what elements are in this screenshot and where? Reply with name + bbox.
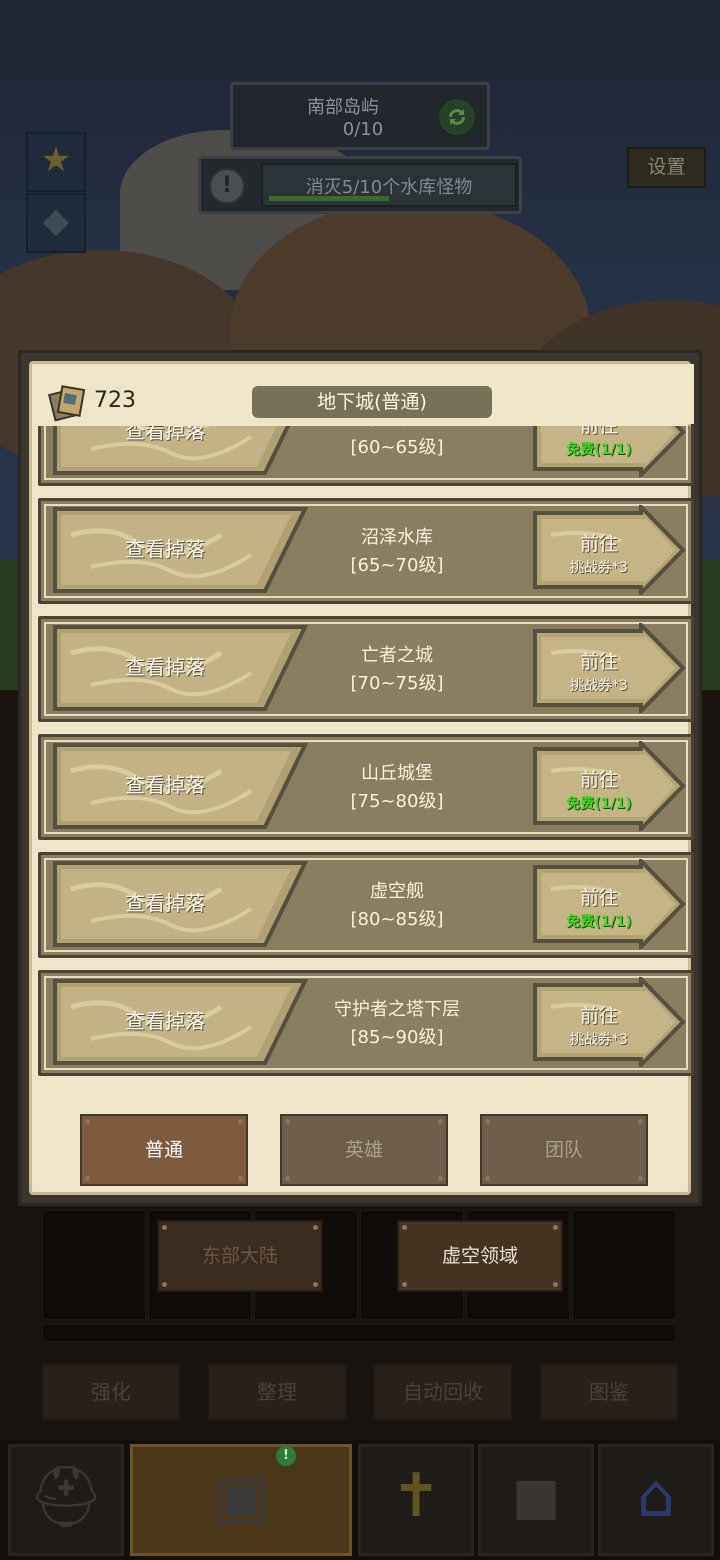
rivet [402,1225,407,1230]
dungeon-row: 查看掉落 山丘城堡 [75~80级] 前往免费(1/1) [38,734,694,840]
rivet [285,1176,290,1181]
dungeon-row: 查看掉落 虚空舰 [80~85级] 前往免费(1/1) [38,852,694,958]
entry-cost: 免费(1/1) [566,442,632,458]
gem-icon: ◆ [42,201,70,241]
rivet [438,1119,443,1124]
entry-cost: 挑战券*3 [570,560,628,576]
location-name: 南部岛屿 [307,97,379,118]
view-drops-label: 查看掉落 [125,537,205,561]
rivet [485,1176,490,1181]
view-drops-label: 查看掉落 [125,1009,205,1033]
rivet [85,1119,90,1124]
dungeon-level-range: [85~90级] [350,1027,444,1048]
rivet [238,1119,243,1124]
rivet [313,1225,318,1230]
exclamation-icon: ! [209,168,245,204]
rivet [485,1119,490,1124]
dialog-paper: 查看掉落地狱大堂堂[60~65级]前往免费(1/1)查看掉落沼泽水库[65~70… [29,361,694,1195]
star-button[interactable]: ★ [26,132,86,192]
tab-helmet[interactable]: ⛑ [8,1444,124,1556]
tab-altar[interactable]: ✝ [358,1444,474,1556]
codex-button[interactable]: 图鉴 [539,1363,679,1421]
go-label: 前往 [579,533,618,555]
go-label: 前往 [579,651,618,673]
tab-anvil[interactable]: ◼ [478,1444,594,1556]
refresh-icon[interactable] [437,97,477,137]
dungeon-level-range: [75~80级] [350,791,444,812]
rivet [638,1119,643,1124]
tab-armor[interactable]: ▣ [130,1444,352,1556]
grid-cell [42,1210,146,1320]
anvil-icon: ◼ [511,1461,561,1531]
dungeon-dialog: 查看掉落地狱大堂堂[60~65级]前往免费(1/1)查看掉落沼泽水库[65~70… [18,350,702,1206]
rivet [553,1225,558,1230]
view-drops-label: 查看掉落 [125,655,205,679]
notification-badge: ! [276,1446,296,1466]
rivet [313,1282,318,1287]
grid-cell [572,1210,676,1320]
dungeon-row: 查看掉落 沼泽水库 [65~70级] 前往挑战券*3 [38,498,694,604]
altar-icon: ✝ [390,1461,442,1531]
armor-icon: ▣ [212,1461,270,1531]
region-button-void[interactable]: 虚空领域 [397,1220,563,1292]
rivet [438,1176,443,1181]
dungeon-level-range: [65~70级] [350,555,444,576]
region-button-east[interactable]: 东部大陆 [157,1220,323,1292]
rivet [162,1282,167,1287]
rivet [85,1176,90,1181]
ticket-count: 723 [94,388,136,413]
house-icon: ⌂ [636,1461,676,1531]
dungeon-name: 沼泽水库 [361,527,433,548]
entry-cost: 免费(1/1) [566,914,632,930]
dungeon-name: 山丘城堡 [361,763,433,784]
go-label: 前往 [579,426,618,437]
star-icon: ★ [40,140,72,180]
dungeon-name: 亡者之城 [361,645,433,666]
quest-progress-fill [269,196,389,201]
tab-house[interactable]: ⌂ [598,1444,714,1556]
dialog-title: 地下城(普通) [252,386,492,418]
region-grid [42,1210,676,1345]
dungeon-row: 查看掉落 亡者之城 [70~75级] 前往挑战券*3 [38,616,694,722]
dungeon-name: 虚空舰 [370,881,424,902]
dungeon-list[interactable]: 查看掉落地狱大堂堂[60~65级]前往免费(1/1)查看掉落沼泽水库[65~70… [32,426,694,1096]
mode-normal-button[interactable]: 普通 [80,1114,248,1186]
go-label: 前往 [579,887,618,909]
entry-cost: 免费(1/1) [566,796,632,812]
entry-cost: 挑战券*3 [570,1032,628,1048]
settings-button[interactable]: 设置 [627,147,706,188]
rivet [638,1176,643,1181]
view-drops-label: 查看掉落 [125,891,205,915]
rivet [553,1282,558,1287]
gem-button[interactable]: ◆ [26,193,86,253]
view-drops-label: 查看掉落 [125,773,205,797]
rivet [402,1282,407,1287]
entry-cost: 挑战券*3 [570,678,628,694]
grid-cell [42,1324,676,1342]
dungeon-level-range: [70~75级] [350,673,444,694]
go-label: 前往 [579,1005,618,1027]
auto-recycle-button[interactable]: 自动回收 [373,1363,513,1421]
rivet [238,1176,243,1181]
dungeon-level-range: [80~85级] [350,909,444,930]
quest-text-box: 消灭5/10个水库怪物 [261,163,517,207]
location-panel: 南部岛屿 0/10 [230,82,490,150]
go-label: 前往 [579,769,618,791]
enhance-button[interactable]: 强化 [41,1363,181,1421]
dialog-header: 723 地下城(普通) [32,364,694,424]
mode-team-button[interactable]: 团队 [480,1114,648,1186]
rivet [162,1225,167,1230]
dungeon-row: 查看掉落 地狱大堂堂 [60~65级] 前往免费(1/1) [38,426,694,486]
dungeon-level-range: [60~65级] [350,437,444,458]
ticket-icon [47,385,86,422]
organize-button[interactable]: 整理 [207,1363,347,1421]
mode-hero-button[interactable]: 英雄 [280,1114,448,1186]
dungeon-name: 地狱大堂堂 [287,426,507,431]
view-drops-label: 查看掉落 [125,426,205,443]
helmet-icon: ⛑ [27,1462,105,1532]
dungeon-row: 查看掉落 守护者之塔下层 [85~90级] 前往挑战券*3 [38,970,694,1076]
dungeon-name: 守护者之塔下层 [334,999,460,1020]
rivet [285,1119,290,1124]
quest-bar[interactable]: ! 消灭5/10个水库怪物 [198,156,522,214]
